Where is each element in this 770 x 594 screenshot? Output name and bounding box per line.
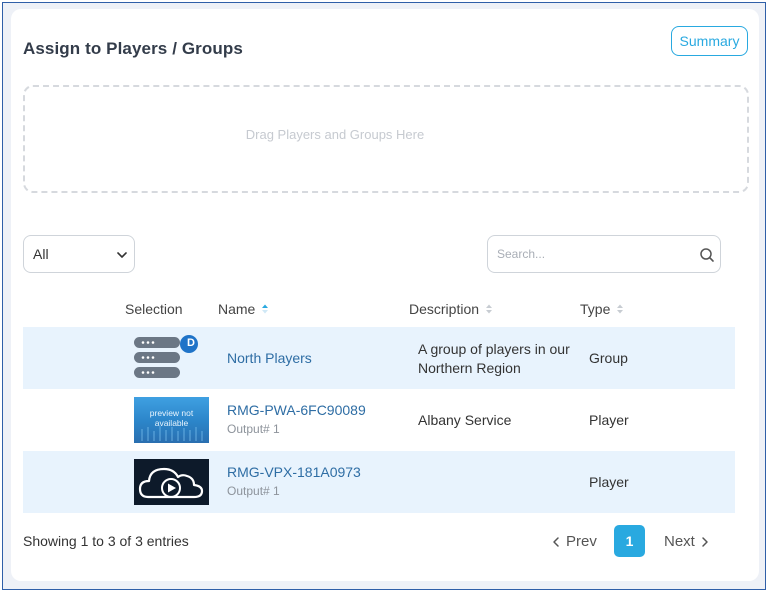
sort-icon[interactable] [485,303,493,315]
next-page-button[interactable]: Next [664,533,709,550]
row-type: Player [589,412,629,428]
preview-not-available-text: preview not available [149,408,194,428]
next-page-label: Next [664,533,695,550]
row-name-link[interactable]: RMG-VPX-181A0973 [227,464,361,480]
summary-button[interactable]: Summary [671,26,748,56]
row-description: Albany Service [418,412,512,428]
prev-page-label: Prev [566,533,597,550]
column-header-type[interactable]: Type [580,301,624,317]
type-filter-select[interactable]: All [23,235,135,273]
chevron-down-icon [117,252,127,258]
column-header-selection: Selection [125,301,183,317]
sort-asc-icon[interactable] [261,303,269,315]
page-title: Assign to Players / Groups [23,39,243,58]
cloud-play-icon [134,459,209,505]
drop-zone[interactable]: Drag Players and Groups Here [23,85,749,193]
row-name[interactable]: RMG-VPX-181A0973 Output# 1 [227,464,361,498]
search-box[interactable] [487,235,721,273]
dynamic-badge: D [187,337,195,349]
row-description: A group of players in our Northern Regio… [418,341,570,376]
row-output: Output# 1 [227,484,280,498]
row-type: Group [589,350,628,366]
row-name[interactable]: North Players [227,350,312,366]
type-filter-value: All [33,246,49,262]
page-number-button[interactable]: 1 [614,525,645,557]
table-row[interactable]: RMG-VPX-181A0973 Output# 1 Player [23,451,735,513]
assign-panel: Assign to Players / Groups Summary Drag … [11,9,759,581]
row-output: Output# 1 [227,422,280,436]
row-type: Player [589,474,629,490]
table-row[interactable]: preview not available RMG-PWA-6FC90089 O… [23,389,735,451]
search-icon[interactable] [699,247,715,263]
row-name[interactable]: RMG-PWA-6FC90089 Output# 1 [227,402,366,436]
chevron-left-icon [553,536,559,547]
chevron-right-icon [702,536,708,547]
drop-zone-text: Drag Players and Groups Here [245,127,425,142]
search-input[interactable] [497,245,687,263]
prev-page-button[interactable]: Prev [552,533,597,550]
row-name-link[interactable]: North Players [227,350,312,366]
row-name-link[interactable]: RMG-PWA-6FC90089 [227,402,366,418]
sort-icon[interactable] [616,303,624,315]
preview-thumbnail: preview not available [134,397,209,443]
table-row[interactable]: D North Players A group of players in ou… [23,327,735,389]
window-frame: Assign to Players / Groups Summary Drag … [2,2,766,590]
column-header-description[interactable]: Description [409,301,493,317]
entries-info: Showing 1 to 3 of 3 entries [23,533,189,549]
column-header-name[interactable]: Name [218,301,269,317]
